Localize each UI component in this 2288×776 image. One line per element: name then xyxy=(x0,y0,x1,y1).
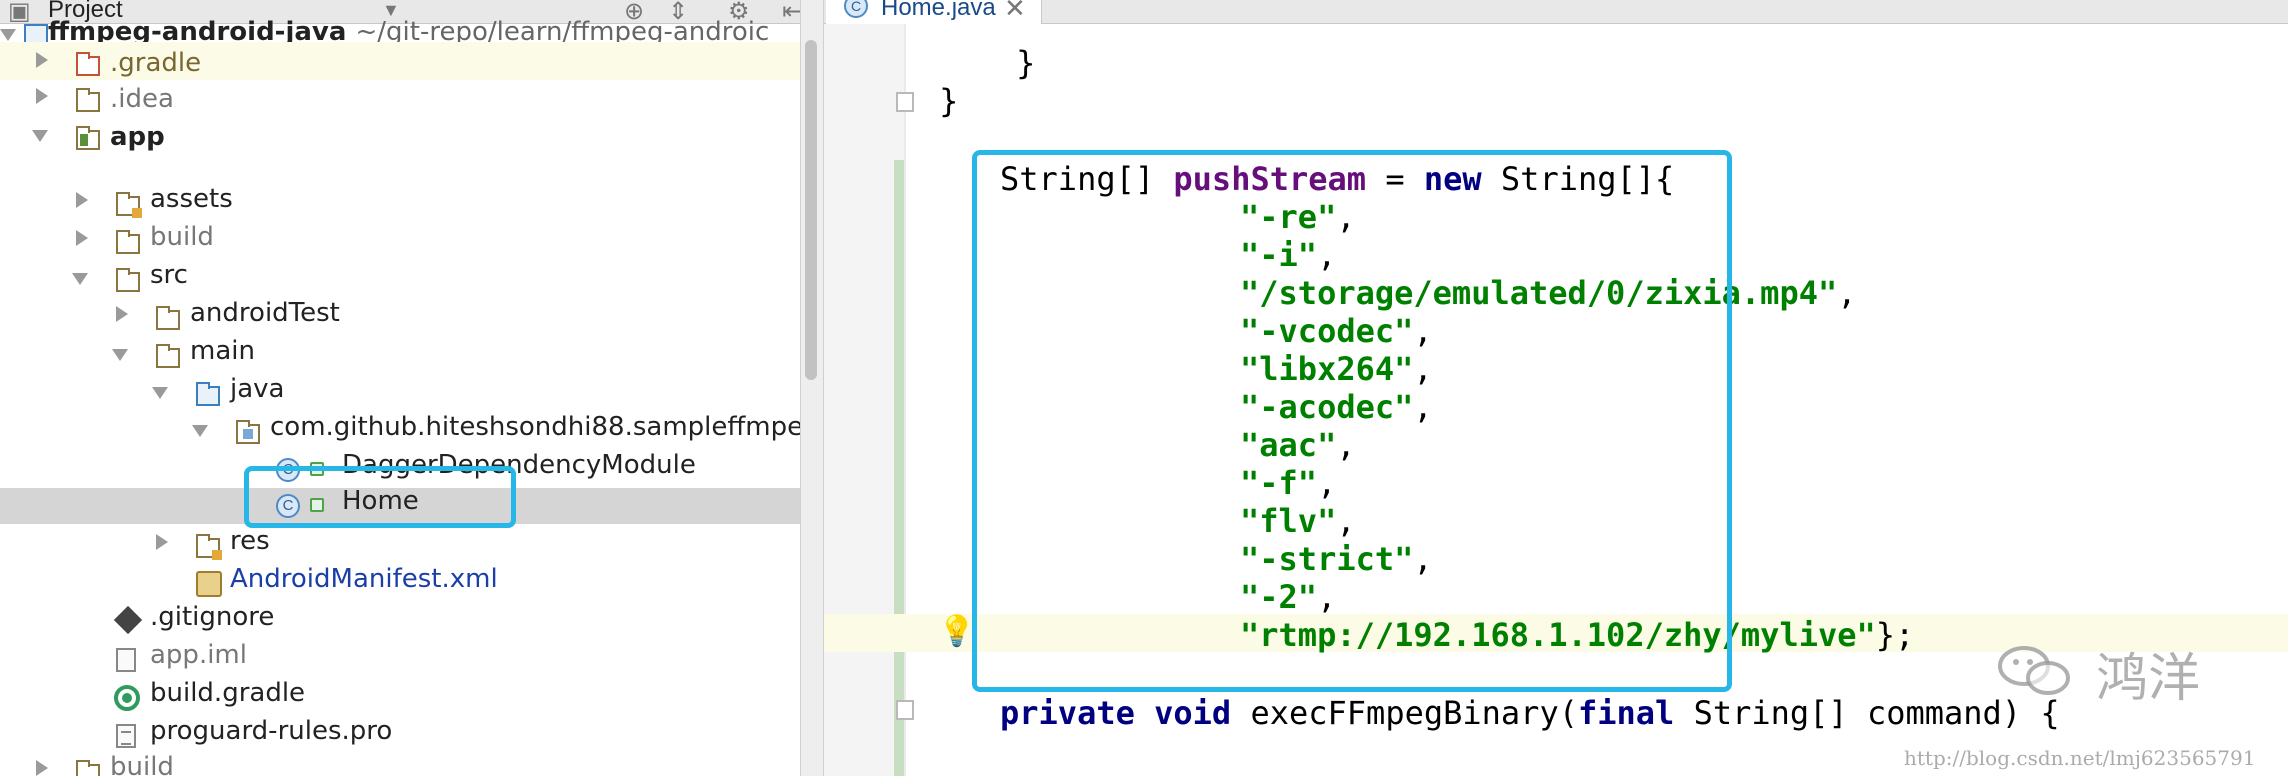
tree-item-label: .gradle xyxy=(110,48,202,78)
tree-item-app[interactable]: app xyxy=(0,118,800,156)
tree-item-label: build xyxy=(110,752,174,776)
chevron-right-icon[interactable] xyxy=(116,306,128,322)
tree-item-app-iml[interactable]: app.iml xyxy=(0,640,800,678)
chevron-right-icon[interactable] xyxy=(36,760,48,776)
tree-item-build-gradle[interactable]: build.gradle xyxy=(0,678,800,716)
git-icon xyxy=(113,605,143,635)
chevron-right-icon[interactable] xyxy=(76,230,88,246)
chevron-down-icon[interactable] xyxy=(72,273,88,285)
chevron-right-icon[interactable] xyxy=(76,192,88,208)
code-line: } xyxy=(862,44,1036,82)
editor-gutter xyxy=(824,24,904,776)
code-highlight-box xyxy=(972,150,1732,692)
resource-folder-icon xyxy=(196,534,222,560)
tree-item-gradle-dir[interactable]: .gradle xyxy=(0,42,800,80)
tree-item-root-build[interactable]: build xyxy=(0,752,800,776)
resource-folder-icon xyxy=(116,192,142,218)
fold-marker-icon[interactable] xyxy=(896,700,914,720)
tree-item-idea[interactable]: .idea xyxy=(0,80,800,118)
gutter-separator xyxy=(904,24,906,776)
chevron-right-icon[interactable] xyxy=(36,52,48,68)
tree-item-label: androidTest xyxy=(190,298,340,328)
project-panel-scrollbar[interactable] xyxy=(805,40,817,380)
home-highlight-box xyxy=(244,466,516,528)
gradle-icon xyxy=(114,685,140,711)
tree-item-src[interactable]: src xyxy=(0,260,800,298)
source-folder-icon xyxy=(196,382,220,406)
tree-item-label: .gitignore xyxy=(150,602,275,632)
tree-item-androidmanifest[interactable]: AndroidManifest.xml xyxy=(0,564,800,602)
close-icon[interactable]: ✕ xyxy=(1004,0,1026,24)
tree-item-label: com.github.hiteshsondhi88.sampleffmpeg xyxy=(270,412,800,442)
vcs-change-marker[interactable] xyxy=(894,160,904,776)
tree-item-label: AndroidManifest.xml xyxy=(230,564,498,594)
tree-item-label: app.iml xyxy=(150,640,247,670)
chevron-down-icon[interactable] xyxy=(0,29,16,41)
folder-icon xyxy=(156,306,180,330)
lightbulb-icon[interactable]: 💡 xyxy=(938,614,975,649)
tree-item-build[interactable]: build xyxy=(0,222,800,260)
tree-item-label: main xyxy=(190,336,255,366)
chevron-right-icon[interactable] xyxy=(36,88,48,104)
tree-item-label: build.gradle xyxy=(150,678,306,708)
tree-item-gitignore[interactable]: .gitignore xyxy=(0,602,800,640)
folder-icon xyxy=(116,268,140,292)
watermark-text: 鸿洋 xyxy=(2096,649,2201,709)
tab-label: Home.java xyxy=(881,0,996,21)
chevron-down-icon[interactable] xyxy=(192,425,208,437)
tree-item-package[interactable]: com.github.hiteshsondhi88.sampleffmpeg xyxy=(0,412,800,450)
tree-item-java[interactable]: java xyxy=(0,374,800,412)
xml-file-icon xyxy=(196,571,222,597)
tab-home-java[interactable]: C Home.java ✕ xyxy=(826,0,1042,24)
project-panel: ▣ Project ▼ ⊕ ⇕ ⚙ ⇤ ffmpeg-android-java … xyxy=(0,0,800,776)
folder-icon xyxy=(76,88,100,112)
folder-icon xyxy=(76,760,100,776)
module-folder-icon xyxy=(76,126,100,150)
tree-item-label: build xyxy=(150,222,214,252)
chevron-down-icon[interactable] xyxy=(32,130,48,142)
tree-item-assets[interactable]: assets xyxy=(0,184,800,222)
tree-item-main[interactable]: main xyxy=(0,336,800,374)
tree-item-res[interactable]: res xyxy=(0,526,800,564)
chevron-right-icon[interactable] xyxy=(156,534,168,550)
code-line: } xyxy=(862,82,959,120)
class-icon: C xyxy=(844,0,868,18)
file-icon xyxy=(116,648,136,672)
package-icon xyxy=(236,420,260,444)
chevron-down-icon[interactable] xyxy=(152,387,168,399)
folder-icon xyxy=(116,230,140,254)
code-line-method: private void execFFmpegBinary(final Stri… xyxy=(1000,694,2060,732)
tree-item-label: app xyxy=(110,122,165,152)
text-file-icon xyxy=(116,724,136,748)
tree-item-proguard-rules[interactable]: proguard-rules.pro xyxy=(0,716,800,754)
folder-icon xyxy=(156,344,180,368)
tree-item-label: java xyxy=(230,374,285,404)
tree-item-label: res xyxy=(230,526,270,556)
tree-item-label: proguard-rules.pro xyxy=(150,716,393,746)
folder-icon xyxy=(76,52,100,76)
tree-item-androidtest[interactable]: androidTest xyxy=(0,298,800,336)
editor-tab-bar: C Home.java ✕ xyxy=(824,0,2288,24)
tree-item-label: src xyxy=(150,260,188,290)
wechat-logo-icon xyxy=(1998,646,2070,695)
watermark-url: http://blog.csdn.net/lmj623565791 xyxy=(1904,746,2256,770)
tree-item-label: assets xyxy=(150,184,233,214)
tree-item-label: .idea xyxy=(110,84,174,114)
chevron-down-icon[interactable] xyxy=(112,349,128,361)
